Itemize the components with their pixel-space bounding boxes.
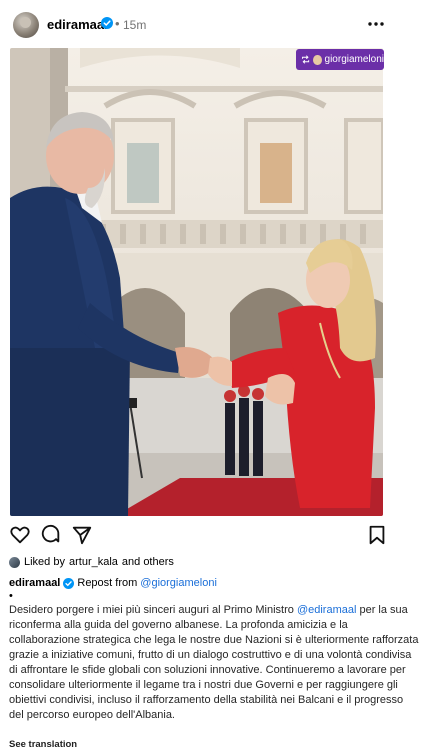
liker-username[interactable]: artur_kala bbox=[69, 556, 118, 568]
repost-source-link[interactable]: @giorgiameloni bbox=[140, 577, 217, 589]
repost-label: Repost from bbox=[77, 577, 138, 589]
caption-bullet: • bbox=[9, 590, 13, 602]
caption-text: Desidero porgere i miei più sinceri augu… bbox=[9, 603, 419, 723]
badge-avatar bbox=[313, 54, 322, 65]
see-translation-button[interactable]: See translation bbox=[9, 739, 77, 750]
heart-icon[interactable] bbox=[9, 524, 31, 546]
comment-icon[interactable] bbox=[40, 524, 62, 546]
repost-badge-user: giorgiameloni bbox=[324, 54, 384, 65]
photo-illustration bbox=[10, 48, 383, 516]
likes-line: Liked by artur_kala and others bbox=[9, 556, 174, 568]
caption-header: ediramaal Repost from @giorgiameloni bbox=[9, 577, 217, 589]
action-bar bbox=[0, 524, 423, 550]
post-image[interactable] bbox=[10, 48, 383, 516]
caption-mention[interactable]: @ediramaal bbox=[297, 604, 356, 616]
verified-icon bbox=[101, 17, 113, 29]
repost-icon bbox=[302, 55, 310, 64]
separator-dot: • bbox=[115, 16, 120, 31]
username[interactable]: ediramaal bbox=[47, 17, 108, 32]
share-icon[interactable] bbox=[71, 524, 93, 546]
bookmark-icon[interactable] bbox=[366, 524, 388, 546]
verified-icon bbox=[63, 577, 75, 589]
repost-badge[interactable]: giorgiameloni bbox=[296, 49, 384, 70]
likes-suffix: and others bbox=[121, 556, 174, 568]
timestamp: 15m bbox=[123, 18, 147, 32]
avatar[interactable] bbox=[13, 12, 39, 38]
likes-prefix: Liked by bbox=[24, 556, 65, 568]
caption-username[interactable]: ediramaal bbox=[9, 577, 60, 589]
liker-avatar bbox=[9, 556, 20, 568]
post-header: ediramaal • 15m bbox=[0, 0, 423, 48]
more-icon[interactable] bbox=[366, 13, 386, 33]
caption-text-part1: Desidero porgere i miei più sinceri augu… bbox=[9, 604, 297, 616]
caption-text-part2: per la sua riconferma alla guida del gov… bbox=[9, 604, 419, 721]
